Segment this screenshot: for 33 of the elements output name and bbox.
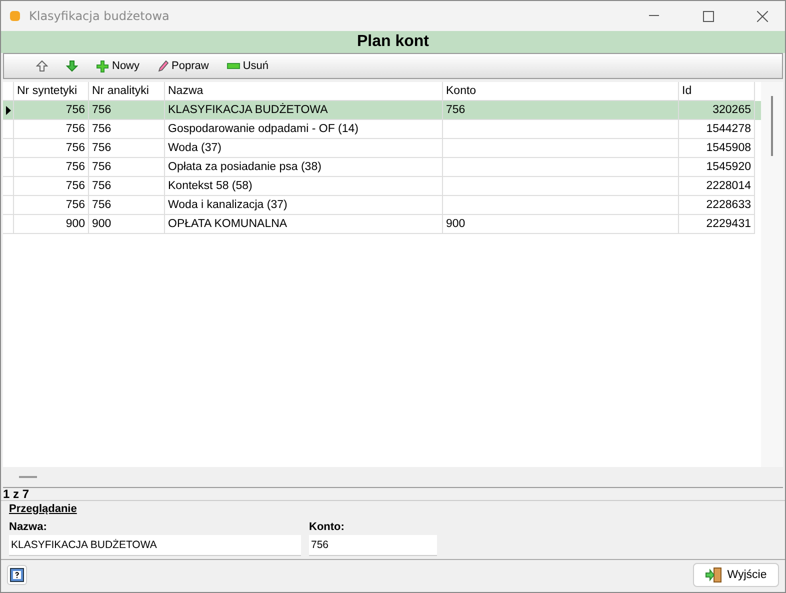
input-field[interactable]: 756	[309, 535, 437, 556]
add-button[interactable]: Nowy	[90, 58, 146, 74]
table-cell: 2229431	[679, 215, 755, 234]
section-title: Przeglądanie	[9, 503, 77, 515]
minimize-icon	[649, 15, 659, 17]
pencil-icon	[158, 60, 169, 72]
close-icon	[756, 10, 768, 22]
window-title: Klasyfikacja budżetowa	[29, 9, 170, 23]
record-counter: 1 z 7	[2, 488, 30, 500]
plus-icon	[96, 60, 109, 72]
field-label: Nazwa:	[9, 521, 48, 533]
row-pointer-icon	[6, 106, 10, 114]
input-field[interactable]: KLASYFIKACJA BUDŻETOWA	[9, 535, 301, 556]
edit-button[interactable]: Popraw	[152, 58, 215, 74]
table-cell: 900	[14, 215, 89, 234]
table-row[interactable]: 756 756 KLASYFIKACJA BUDŻETOWA 756 320265	[3, 101, 761, 120]
up-arrow-icon	[36, 60, 48, 72]
down-arrow-icon	[66, 60, 78, 72]
splitter-handle[interactable]	[19, 476, 37, 478]
question-icon	[10, 568, 24, 582]
table-cell: 900	[89, 215, 165, 234]
remove-button[interactable]: Usuń	[220, 58, 274, 74]
app-icon	[9, 10, 21, 22]
help-button[interactable]	[7, 565, 27, 585]
table-cell: 900	[443, 215, 679, 234]
scrollbar[interactable]	[761, 82, 783, 467]
minus-icon	[226, 63, 240, 69]
field-label: Konto:	[309, 521, 346, 533]
table-cell: OPŁATA KOMUNALNA	[165, 215, 443, 234]
maximize-icon	[702, 10, 714, 22]
exit-button[interactable]: Wyjście	[693, 563, 779, 587]
header-title: Plan kont	[356, 33, 429, 51]
door-exit-icon	[705, 567, 724, 583]
